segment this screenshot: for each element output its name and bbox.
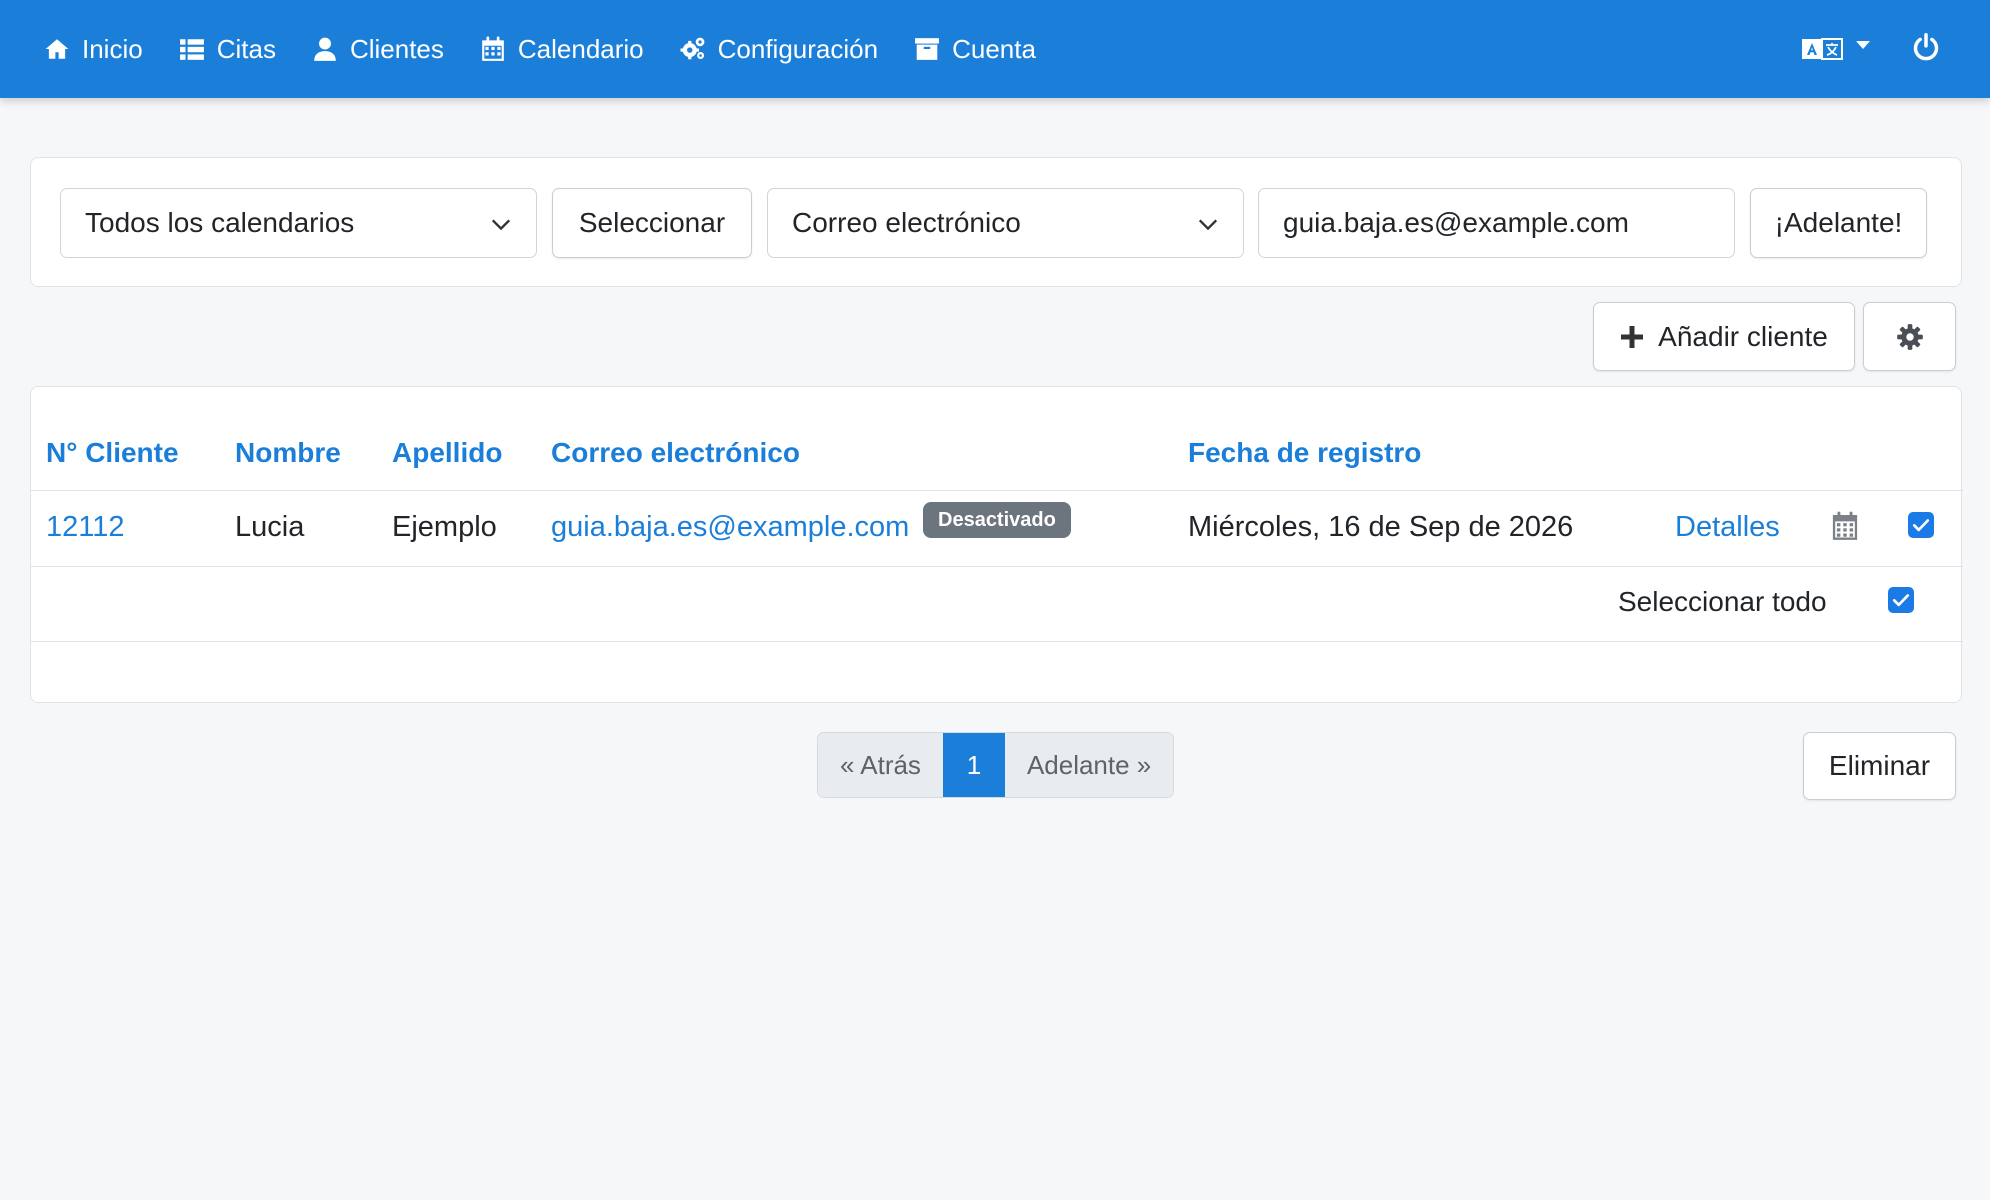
status-badge: Desactivado bbox=[923, 502, 1071, 538]
client-email-link[interactable]: guia.baja.es@example.com bbox=[551, 511, 909, 544]
nav-inicio[interactable]: Inicio bbox=[44, 34, 143, 65]
header-last-name[interactable]: Apellido bbox=[392, 437, 502, 469]
gear-icon bbox=[1896, 323, 1923, 350]
header-email[interactable]: Correo electrónico bbox=[551, 437, 800, 469]
top-navbar: Inicio Citas Clientes Calendario Configu… bbox=[0, 0, 1990, 98]
nav-inicio-label: Inicio bbox=[82, 33, 143, 64]
nav-clientes[interactable]: Clientes bbox=[312, 34, 444, 65]
header-divider bbox=[31, 490, 1963, 491]
nav-calendario[interactable]: Calendario bbox=[480, 34, 644, 65]
list-icon bbox=[179, 39, 204, 60]
chevron-down-icon bbox=[1856, 41, 1870, 49]
add-client-label: Añadir cliente bbox=[1658, 320, 1828, 352]
details-link[interactable]: Detalles bbox=[1675, 511, 1780, 544]
search-input[interactable]: guia.baja.es@example.com bbox=[1258, 188, 1735, 258]
nav-citas[interactable]: Citas bbox=[179, 34, 276, 65]
client-last-name: Ejemplo bbox=[392, 511, 497, 543]
header-registered[interactable]: Fecha de registro bbox=[1188, 437, 1421, 469]
pagination-next[interactable]: Adelante » bbox=[1004, 733, 1174, 797]
nav-cuenta[interactable]: Cuenta bbox=[914, 34, 1036, 65]
pagination: « Atrás 1 Adelante » bbox=[817, 732, 1175, 798]
row-checkbox[interactable] bbox=[1908, 512, 1934, 538]
select-calendar-label: Seleccionar bbox=[578, 207, 726, 238]
go-button-label: ¡Adelante! bbox=[1774, 207, 1903, 238]
power-icon bbox=[1913, 32, 1939, 60]
select-all-label: Seleccionar todo bbox=[1618, 586, 1827, 617]
nav-calendario-label: Calendario bbox=[517, 33, 644, 64]
select-calendar-button[interactable]: Seleccionar bbox=[552, 188, 752, 258]
select-all-checkbox[interactable] bbox=[1888, 587, 1914, 613]
search-field-select[interactable]: Correo electrónico bbox=[767, 188, 1244, 258]
logout-button[interactable] bbox=[1912, 32, 1940, 66]
client-id-link[interactable]: 12112 bbox=[46, 511, 125, 544]
filter-card: Todos los calendarios Seleccionar Correo… bbox=[30, 157, 1962, 287]
nav-cuenta-label: Cuenta bbox=[952, 33, 1036, 64]
header-first-name[interactable]: Nombre bbox=[235, 437, 341, 469]
translate-icon bbox=[1802, 38, 1843, 60]
client-first-name: Lucia bbox=[235, 511, 305, 543]
user-icon bbox=[314, 37, 336, 61]
calendar-icon bbox=[482, 36, 504, 61]
check-icon bbox=[1912, 519, 1930, 532]
delete-button[interactable]: Eliminar bbox=[1803, 732, 1956, 800]
footer-divider bbox=[31, 641, 1963, 642]
settings-button[interactable] bbox=[1863, 302, 1956, 371]
row-divider bbox=[31, 566, 1963, 567]
calendar-select[interactable]: Todos los calendarios bbox=[60, 188, 537, 258]
header-client-id[interactable]: N° Cliente bbox=[46, 437, 179, 469]
language-dropdown[interactable] bbox=[1802, 36, 1870, 62]
archive-icon bbox=[915, 38, 939, 60]
pagination-prev[interactable]: « Atrás bbox=[818, 733, 943, 797]
nav-clientes-label: Clientes bbox=[349, 33, 444, 64]
cogs-icon bbox=[680, 37, 705, 60]
plus-icon bbox=[1621, 325, 1644, 348]
navbar-right bbox=[1802, 0, 1940, 98]
search-field-select-value: Correo electrónico bbox=[792, 207, 1021, 238]
nav-configuracion[interactable]: Configuración bbox=[680, 34, 878, 65]
chevron-down-icon bbox=[491, 219, 511, 231]
home-icon bbox=[45, 39, 69, 59]
nav-configuracion-label: Configuración bbox=[717, 33, 879, 64]
pagination-page-1[interactable]: 1 bbox=[942, 733, 1005, 797]
chevron-down-icon bbox=[1198, 219, 1218, 231]
add-client-button[interactable]: Añadir cliente bbox=[1593, 302, 1855, 371]
go-button[interactable]: ¡Adelante! bbox=[1750, 188, 1927, 258]
calendar-icon[interactable] bbox=[1831, 511, 1859, 541]
search-input-value: guia.baja.es@example.com bbox=[1283, 207, 1629, 238]
client-registered-date: Miércoles, 16 de Sep de 2026 bbox=[1188, 511, 1574, 543]
delete-button-label: Eliminar bbox=[1828, 750, 1931, 781]
check-icon bbox=[1892, 594, 1910, 607]
nav-citas-label: Citas bbox=[216, 33, 276, 64]
clients-table: N° Cliente Nombre Apellido Correo electr… bbox=[30, 386, 1963, 703]
calendar-select-value: Todos los calendarios bbox=[85, 207, 355, 238]
